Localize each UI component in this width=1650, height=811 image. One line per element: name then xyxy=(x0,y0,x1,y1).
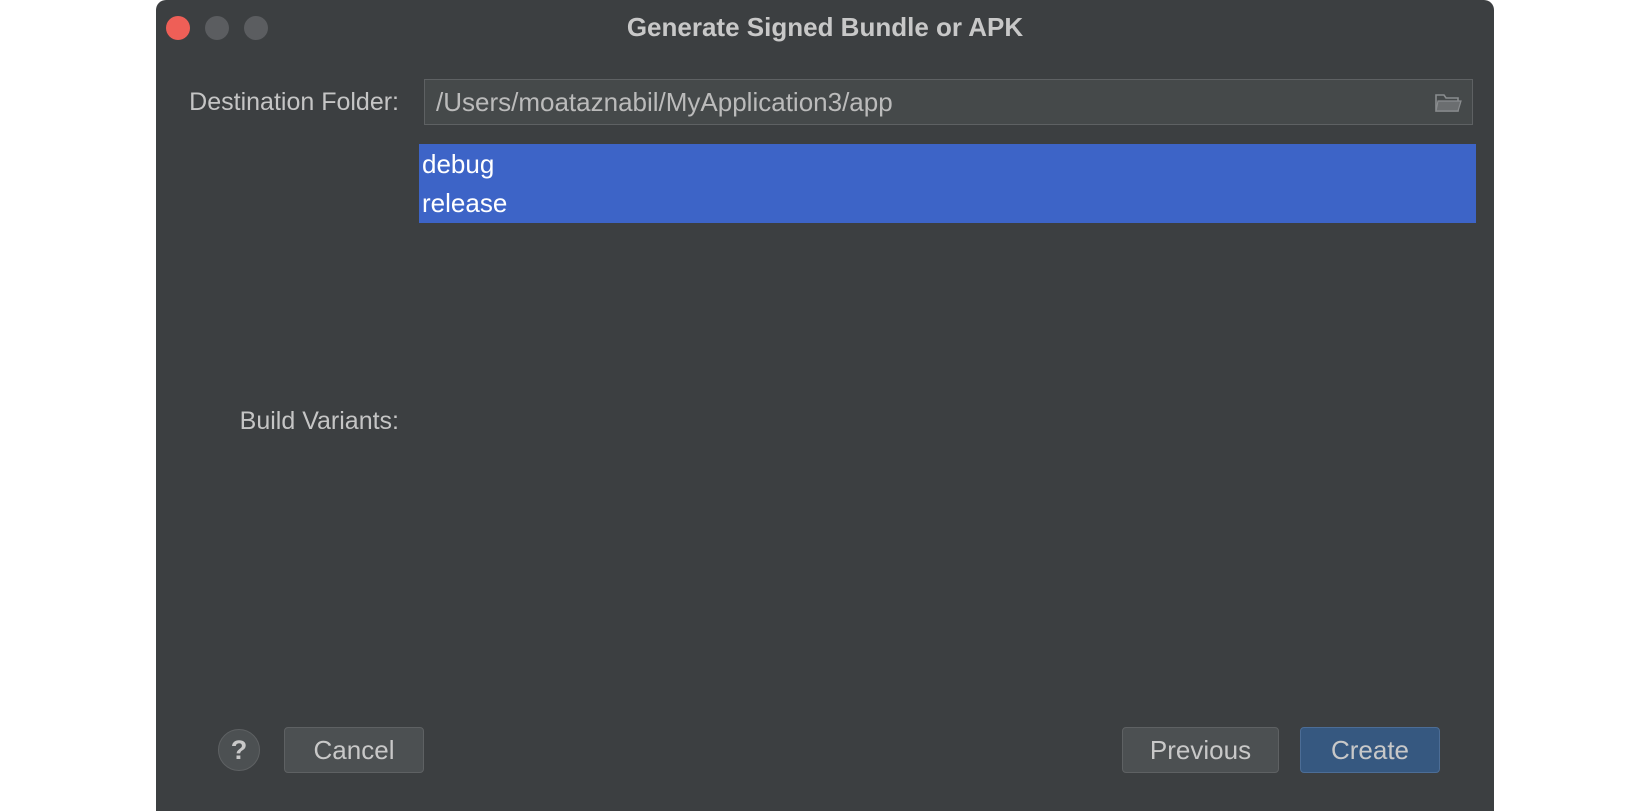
window-zoom-button[interactable] xyxy=(244,16,268,40)
window-minimize-button[interactable] xyxy=(205,16,229,40)
list-item-debug[interactable]: debug xyxy=(422,144,494,184)
title-bar: Generate Signed Bundle or APK xyxy=(156,0,1494,54)
destination-folder-value[interactable]: /Users/moataznabil/MyApplication3/app xyxy=(436,80,893,124)
build-variants-list[interactable]: debug release xyxy=(419,144,1476,223)
generate-signed-bundle-dialog: Generate Signed Bundle or APK Destinatio… xyxy=(156,0,1494,811)
window-title: Generate Signed Bundle or APK xyxy=(626,12,1024,42)
window-close-button[interactable] xyxy=(166,16,190,40)
cancel-button[interactable]: Cancel xyxy=(284,727,424,773)
list-item-release[interactable]: release xyxy=(422,183,507,223)
folder-icon[interactable] xyxy=(1434,90,1462,114)
help-button[interactable]: ? xyxy=(218,729,260,771)
create-button[interactable]: Create xyxy=(1300,727,1440,773)
build-variants-label: Build Variants: xyxy=(239,407,399,435)
destination-folder-label: Destination Folder: xyxy=(189,88,399,116)
previous-button[interactable]: Previous xyxy=(1122,727,1279,773)
destination-folder-field[interactable]: /Users/moataznabil/MyApplication3/app xyxy=(424,79,1473,125)
